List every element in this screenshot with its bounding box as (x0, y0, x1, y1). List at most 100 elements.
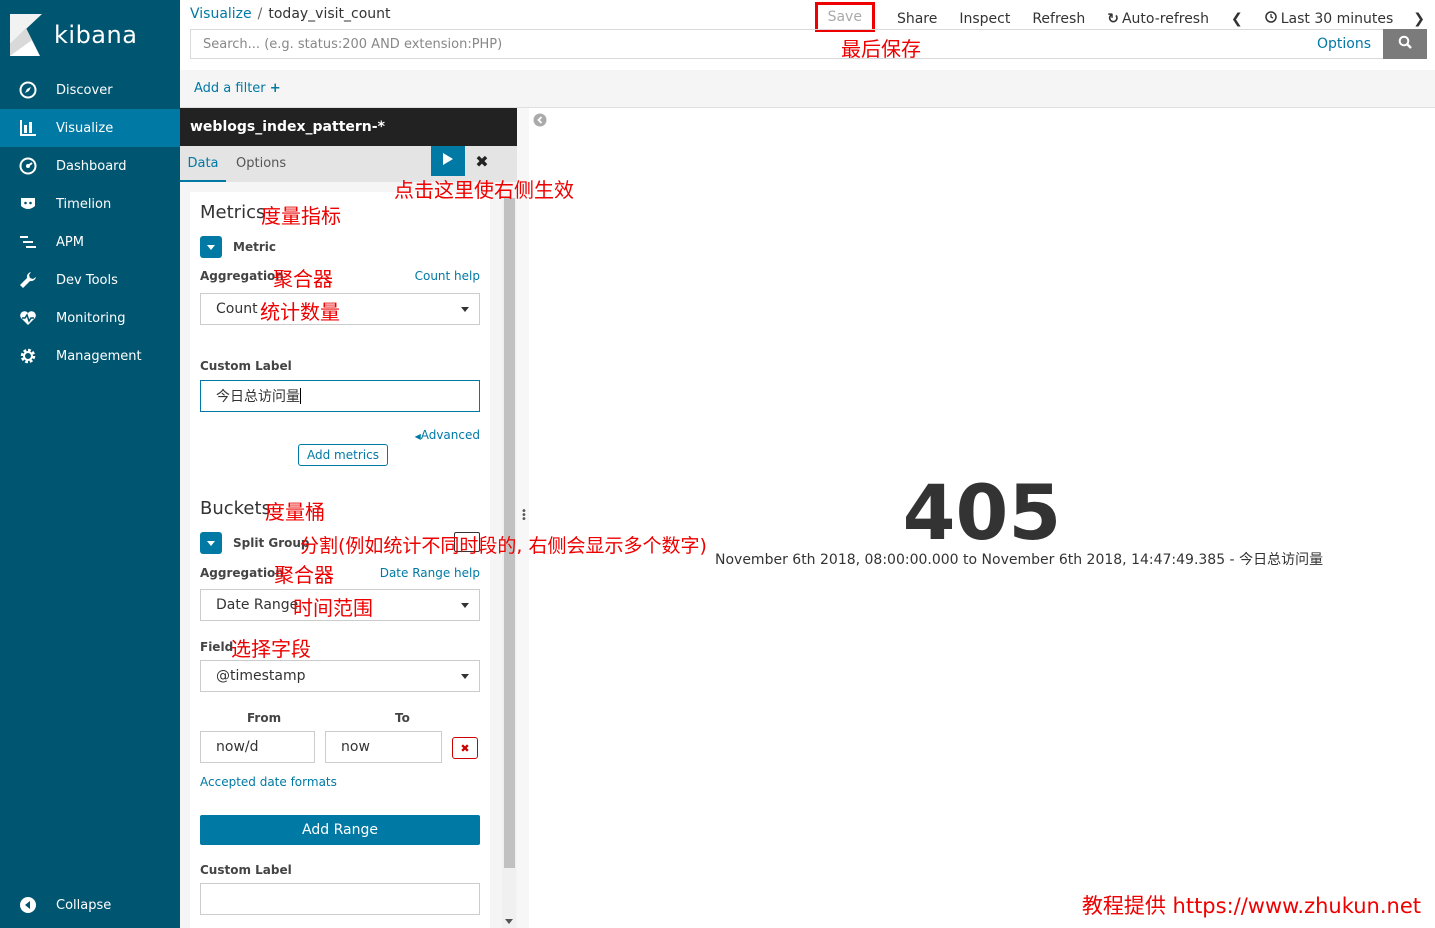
advanced-toggle[interactable]: ◀Advanced (415, 428, 480, 442)
bucket-aggregation-label: Aggregation (200, 566, 284, 580)
apply-changes-button[interactable] (431, 146, 465, 176)
compass-icon (18, 80, 38, 100)
search-input[interactable]: Search... (e.g. status:200 AND extension… (190, 29, 1383, 59)
sidebar-item-management[interactable]: Management (0, 337, 180, 375)
tab-data[interactable]: Data (180, 146, 226, 182)
tab-options[interactable]: Options (236, 146, 286, 182)
time-range-label: Last 30 minutes (1280, 11, 1394, 27)
annotation-buckets: 度量桶 (265, 500, 325, 524)
collapse-button[interactable]: Collapse (0, 886, 180, 924)
discard-changes-button[interactable]: ✖ (467, 146, 497, 176)
vis-editor-sidebar: weblogs_index_pattern-* Data Options ✖ M… (180, 108, 517, 928)
close-icon: ✖ (460, 741, 470, 755)
annotation-save: 最后保存 (841, 37, 921, 61)
sidebar-item-label: Timelion (56, 196, 112, 212)
metric-label-text: November 6th 2018, 08:00:00.000 to Novem… (715, 552, 1324, 568)
caret-down-icon (461, 307, 469, 312)
breadcrumb-visualize[interactable]: Visualize (190, 6, 252, 22)
metric-toggle-button[interactable] (200, 236, 222, 258)
sidebar-item-dev-tools[interactable]: Dev Tools (0, 261, 180, 299)
sidebar-item-label: Management (56, 348, 142, 364)
wrench-icon (18, 270, 38, 290)
chevron-left-icon: ❮ (1230, 11, 1243, 27)
input-value: 今日总访问量 (216, 389, 300, 405)
bar-chart-icon (18, 118, 38, 138)
add-range-button[interactable]: Add Range (200, 815, 480, 845)
buckets-title: Buckets (200, 498, 271, 519)
close-icon: ✖ (475, 151, 489, 171)
select-value: Date Range (216, 597, 299, 613)
search-options-button[interactable]: Options (1317, 36, 1371, 52)
metric-label: Metric (233, 240, 276, 254)
editor-scrollbar[interactable] (502, 198, 516, 928)
sidebar-item-label: Dashboard (56, 158, 127, 174)
remove-range-button[interactable]: ✖ (452, 737, 478, 759)
sidebar-item-monitoring[interactable]: Monitoring (0, 299, 180, 337)
split-group-label: Split Group (233, 536, 310, 550)
sidebar-item-dashboard[interactable]: Dashboard (0, 147, 180, 185)
metric-custom-label-input[interactable]: 今日总访问量 (200, 380, 480, 412)
sidebar-item-label: Visualize (56, 120, 114, 136)
share-button[interactable]: Share (897, 11, 937, 27)
sidebar-item-label: APM (56, 234, 84, 250)
sidebar-nav: Discover Visualize Dashboard Timelion AP… (0, 71, 180, 375)
drag-handle-icon[interactable]: • • • (521, 507, 527, 525)
annotation-apply: 点击这里使右侧生效 (394, 178, 574, 202)
caret-down-icon (461, 603, 469, 608)
next-time-button[interactable]: ❯ (1413, 11, 1425, 27)
scroll-down-icon[interactable] (505, 919, 513, 924)
refresh-button[interactable]: Refresh (1032, 11, 1085, 27)
dashboard-icon (18, 156, 38, 176)
collapse-editor-button[interactable] (533, 113, 547, 131)
add-filter-button[interactable]: Add a filter + (194, 81, 281, 96)
bucket-custom-label-input[interactable] (200, 883, 480, 915)
search-button[interactable] (1383, 29, 1427, 59)
prev-time-button[interactable]: ❮ (1231, 11, 1243, 27)
panel-divider[interactable]: • • • (517, 108, 529, 928)
top-bar: Visualize / today_visit_count Save Share I… (180, 0, 1435, 70)
field-select[interactable]: @timestamp (200, 660, 480, 692)
date-range-help-link[interactable]: Date Range help (380, 566, 480, 580)
sidebar-item-label: Discover (56, 82, 113, 98)
sidebar-item-visualize[interactable]: Visualize (0, 109, 180, 147)
to-label: To (395, 711, 410, 725)
range-to-input[interactable]: now (325, 731, 442, 763)
breadcrumb-separator: / (257, 6, 263, 22)
sidebar-item-label: Monitoring (56, 310, 126, 326)
annotation-field: 选择字段 (231, 637, 311, 661)
count-help-link[interactable]: Count help (415, 269, 480, 283)
app-name: kibana (54, 21, 138, 49)
accepted-date-formats-link[interactable]: Accepted date formats (200, 775, 337, 789)
search-row: Search... (e.g. status:200 AND extension… (190, 29, 1427, 59)
save-button[interactable]: Save (814, 2, 875, 32)
select-value: Count (216, 301, 258, 317)
annotation-date-range: 时间范围 (293, 596, 373, 620)
breadcrumb: Visualize / today_visit_count (190, 6, 391, 22)
select-value: @timestamp (216, 668, 306, 684)
bucket-custom-label-title: Custom Label (200, 863, 292, 877)
index-pattern-title: weblogs_index_pattern-* (180, 108, 517, 146)
time-picker-button[interactable]: Last 30 minutes (1264, 11, 1394, 27)
heartbeat-icon (18, 308, 38, 328)
annotation-aggregation-1: 聚合器 (273, 267, 333, 291)
bucket-toggle-button[interactable] (200, 532, 222, 554)
chevron-right-icon: ❯ (1413, 11, 1425, 27)
kibana-logo[interactable]: kibana (10, 14, 137, 56)
search-placeholder: Search... (e.g. status:200 AND extension… (203, 36, 503, 52)
auto-refresh-button[interactable]: ↻ Auto-refresh (1107, 11, 1209, 27)
gear-icon (18, 346, 38, 366)
sidebar-item-discover[interactable]: Discover (0, 71, 180, 109)
range-from-input[interactable]: now/d (200, 731, 315, 763)
caret-down-icon (461, 674, 469, 679)
kibana-logo-icon (10, 14, 44, 56)
collapse-label: Collapse (56, 897, 112, 913)
annotation-split: 分割(例如统计不同时段的, 右侧会显示多个数字) (300, 535, 707, 557)
add-metrics-button[interactable]: Add metrics (298, 444, 388, 466)
metric-aggregation-select[interactable]: Count (200, 293, 480, 325)
sidebar-item-timelion[interactable]: Timelion (0, 185, 180, 223)
plus-icon: + (269, 81, 281, 96)
annotation-aggregation-2: 聚合器 (274, 563, 334, 587)
from-label: From (247, 711, 282, 725)
inspect-button[interactable]: Inspect (959, 11, 1010, 27)
sidebar-item-apm[interactable]: APM (0, 223, 180, 261)
